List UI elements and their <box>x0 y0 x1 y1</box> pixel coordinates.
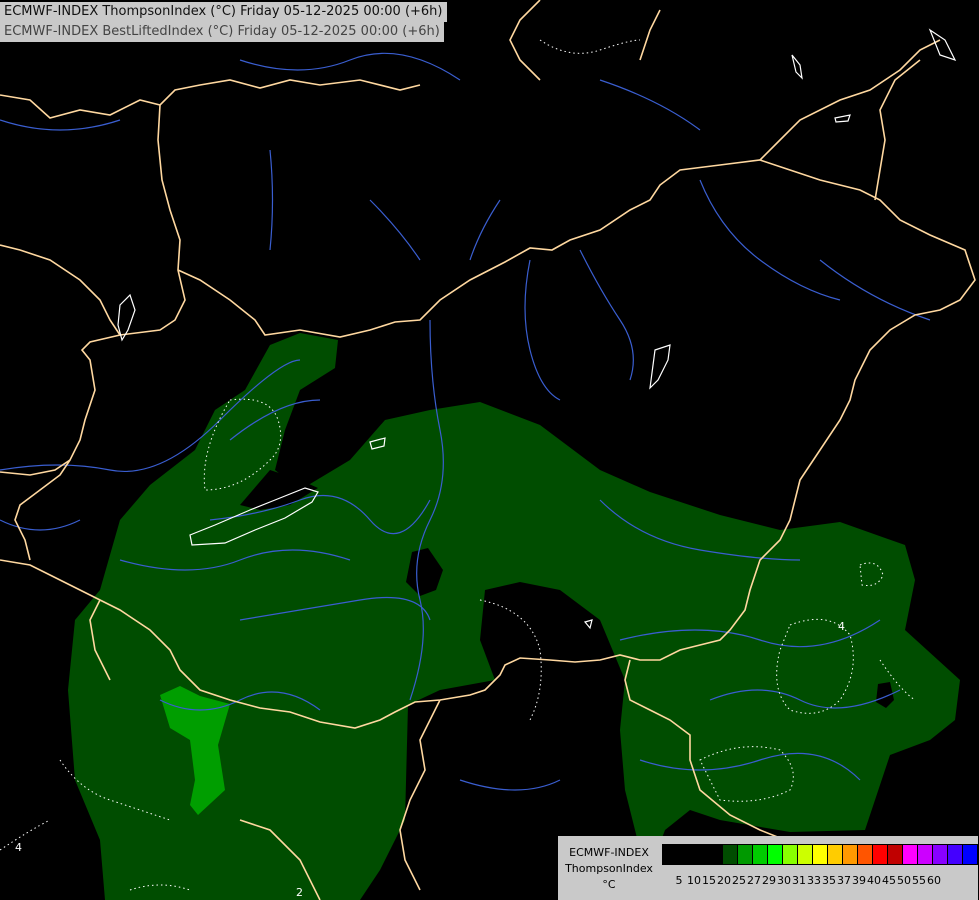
legend-swatch <box>722 844 738 865</box>
legend-swatch <box>707 844 723 865</box>
legend-parameter: ThompsonIndex <box>565 862 653 875</box>
legend-swatch <box>947 844 963 865</box>
legend-swatch <box>857 844 873 865</box>
legend-unit: °C <box>602 878 616 891</box>
legend-model: ECMWF-INDEX <box>569 846 649 859</box>
legend-swatch <box>842 844 858 865</box>
map-canvas[interactable]: 4 4 2 <box>0 0 979 900</box>
contour-label: 2 <box>296 886 303 899</box>
legend-swatch <box>662 844 678 865</box>
legend-swatch <box>782 844 798 865</box>
contour-label: 4 <box>15 841 22 854</box>
map-title-thompson-index: ECMWF-INDEX ThompsonIndex (°C) Friday 05… <box>0 2 447 22</box>
legend-swatch <box>737 844 753 865</box>
legend-swatch <box>902 844 918 865</box>
legend-swatch <box>767 844 783 865</box>
legend-swatch <box>827 844 843 865</box>
map-title-best-lifted-index: ECMWF-INDEX BestLiftedIndex (°C) Friday … <box>0 22 444 42</box>
legend-swatch <box>692 844 708 865</box>
legend-swatch <box>962 844 978 865</box>
legend-swatch <box>812 844 828 865</box>
legend-tick-label: 60 <box>927 874 941 887</box>
contour-label: 4 <box>838 620 845 633</box>
color-legend: ECMWF-INDEX ThompsonIndex °C 5 10 15 20 25 27… <box>558 836 978 900</box>
legend-swatch <box>797 844 813 865</box>
legend-swatch <box>677 844 693 865</box>
legend-swatch <box>887 844 903 865</box>
legend-swatch <box>917 844 933 865</box>
legend-swatch <box>932 844 948 865</box>
legend-swatch <box>872 844 888 865</box>
legend-swatch <box>752 844 768 865</box>
